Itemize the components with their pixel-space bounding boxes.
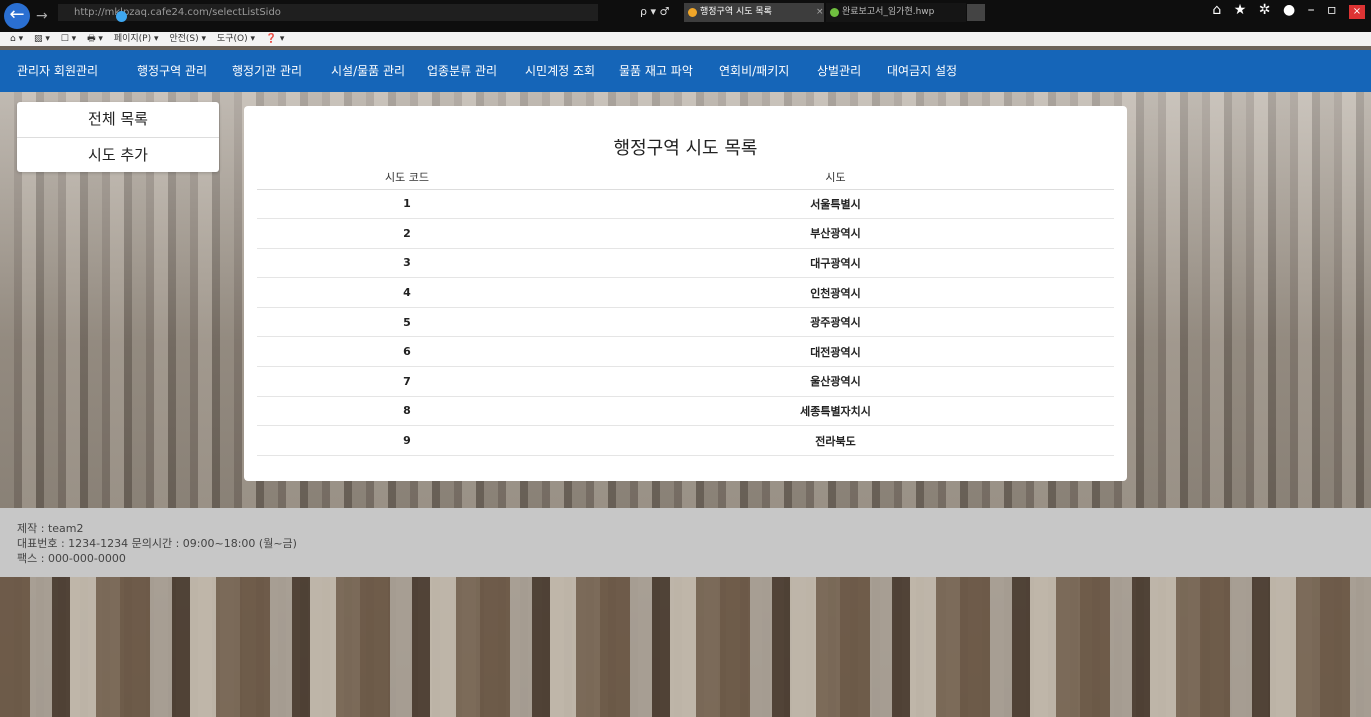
cityscape-background-lower [0, 577, 1371, 717]
sido-name-cell[interactable]: 세종특별자치시 [557, 396, 1114, 427]
cmd-home-icon[interactable]: ⌂ ▾ [10, 34, 23, 44]
table-row[interactable]: 6 대전광역시 [257, 336, 1114, 368]
cmd-mail-icon[interactable]: ☐ ▾ [61, 34, 76, 44]
table-row[interactable]: 5 광주광역시 [257, 307, 1114, 338]
sidebar-item-all-list[interactable]: 전체 목록 [17, 102, 219, 137]
sido-table: 시도 코드 시도 1 서울특별시 2 부산광역시 3 대구광역시 4 인천광역시 5 광주… [257, 166, 1114, 456]
page-title: 행정구역 시도 목록 [613, 138, 758, 159]
table-row[interactable]: 1 서울특별시 [257, 189, 1114, 220]
main-card: 행정구역 시도 목록 시도 코드 시도 1 서울특별시 2 부산광역시 3 대구광역시… [244, 106, 1127, 481]
cmd-page-menu[interactable]: 페이지(P) ▾ [114, 34, 159, 44]
sido-name-cell[interactable]: 대전광역시 [557, 336, 1114, 368]
sido-name-cell[interactable]: 대구광역시 [557, 248, 1114, 279]
nav-district-admin[interactable]: 행정구역 관리 [137, 50, 207, 92]
command-bar: ⌂ ▾ ▧ ▾ ☐ ▾ 🖶 ▾ 페이지(P) ▾ 안전(S) ▾ 도구(O) ▾… [0, 32, 1371, 46]
footer-credit: 제작 : team2 [17, 522, 84, 535]
footer-contact: 대표번호 : 1234-1234 문의시간 : 09:00~18:00 (월~금… [17, 537, 297, 550]
sido-name-cell[interactable]: 광주광역시 [557, 307, 1114, 338]
nav-fee-package[interactable]: 연회비/패키지 [719, 50, 789, 92]
sido-name-cell[interactable]: 서울특별시 [557, 189, 1114, 220]
sido-name-cell[interactable]: 울산광역시 [557, 366, 1114, 397]
address-tools[interactable]: ρ ▾ ♂ [640, 5, 669, 18]
footer-fax: 팩스 : 000-000-0000 [17, 552, 126, 565]
cmd-safety-menu[interactable]: 안전(S) ▾ [169, 34, 206, 44]
nav-industry-admin[interactable]: 업종분류 관리 [427, 50, 497, 92]
tab-label: 완료보고서_임가현.hwp [842, 7, 935, 17]
tab-close-icon[interactable]: × [816, 3, 824, 22]
table-header-row: 시도 코드 시도 [257, 166, 1114, 190]
table-row[interactable]: 2 부산광역시 [257, 218, 1114, 249]
back-arrow-icon[interactable]: ← [4, 3, 30, 29]
site-navbar: 관리자 회원관리 행정구역 관리 행정기관 관리 시설/물품 관리 업종분류 관… [0, 50, 1371, 92]
browser-titlebar: ← → http://mklpzaq.cafe24.com/selectList… [0, 0, 1371, 32]
nav-agency-admin[interactable]: 행정기관 관리 [232, 50, 302, 92]
header-sido-name: 시도 [557, 166, 1114, 190]
sido-code-cell: 5 [257, 307, 557, 338]
forward-arrow-icon[interactable]: → [36, 8, 48, 24]
cmd-help-icon[interactable]: ❓ ▾ [266, 34, 285, 44]
sido-code-cell: 6 [257, 336, 557, 368]
sidebar: 전체 목록 시도 추가 [17, 102, 219, 172]
nav-facility-admin[interactable]: 시설/물품 관리 [331, 50, 405, 92]
tab-page-icon [688, 8, 697, 17]
site-footer: 제작 : team2 대표번호 : 1234-1234 문의시간 : 09:00… [0, 508, 1371, 577]
close-window-icon[interactable]: × [1349, 5, 1365, 19]
sido-code-cell: 7 [257, 366, 557, 397]
nav-reward-penalty[interactable]: 상벌관리 [817, 50, 861, 92]
new-tab-button[interactable] [967, 4, 985, 21]
sido-code-cell: 2 [257, 218, 557, 249]
address-url: http://mklpzaq.cafe24.com/selectListSido [74, 7, 281, 18]
tab-label: 행정구역 시도 목록 [700, 7, 772, 17]
tab-sido-list[interactable]: 행정구역 시도 목록 × [684, 3, 824, 22]
nav-citizen-lookup[interactable]: 시민계정 조회 [525, 50, 595, 92]
sido-code-cell: 8 [257, 396, 557, 427]
header-sido-code: 시도 코드 [257, 166, 557, 190]
nav-admin-members[interactable]: 관리자 회원관리 [17, 50, 98, 92]
sido-code-cell: 9 [257, 425, 557, 456]
table-row[interactable]: 3 대구광역시 [257, 248, 1114, 279]
cmd-print-icon[interactable]: 🖶 ▾ [87, 34, 103, 44]
sido-code-cell: 3 [257, 248, 557, 279]
sido-name-cell[interactable]: 인천광역시 [557, 277, 1114, 308]
address-bar[interactable]: http://mklpzaq.cafe24.com/selectListSido [58, 4, 598, 22]
table-row[interactable]: 4 인천광역시 [257, 277, 1114, 308]
table-row[interactable]: 8 세종특별자치시 [257, 396, 1114, 427]
window-controls-label: ⌂ ★ ✲ ● – ▫ [1212, 2, 1341, 18]
window-controls[interactable]: ⌂ ★ ✲ ● – ▫ × [1212, 2, 1365, 19]
nav-rental-ban[interactable]: 대여금지 설정 [887, 50, 957, 92]
tab-hwp-report[interactable]: 완료보고서_임가현.hwp [826, 3, 966, 22]
sido-code-cell: 4 [257, 277, 557, 308]
sido-code-cell: 1 [257, 189, 557, 220]
tab-page-icon [830, 8, 839, 17]
sido-name-cell[interactable]: 부산광역시 [557, 218, 1114, 249]
sidebar-item-add-sido[interactable]: 시도 추가 [17, 137, 219, 172]
cmd-tools-menu[interactable]: 도구(O) ▾ [217, 34, 255, 44]
table-row[interactable]: 9 전라북도 [257, 425, 1114, 456]
table-row[interactable]: 7 울산광역시 [257, 366, 1114, 397]
cmd-feeds-icon[interactable]: ▧ ▾ [34, 34, 50, 44]
ie-logo-icon [116, 11, 127, 22]
sido-name-cell[interactable]: 전라북도 [557, 425, 1114, 456]
nav-stock-check[interactable]: 물품 재고 파악 [619, 50, 693, 92]
